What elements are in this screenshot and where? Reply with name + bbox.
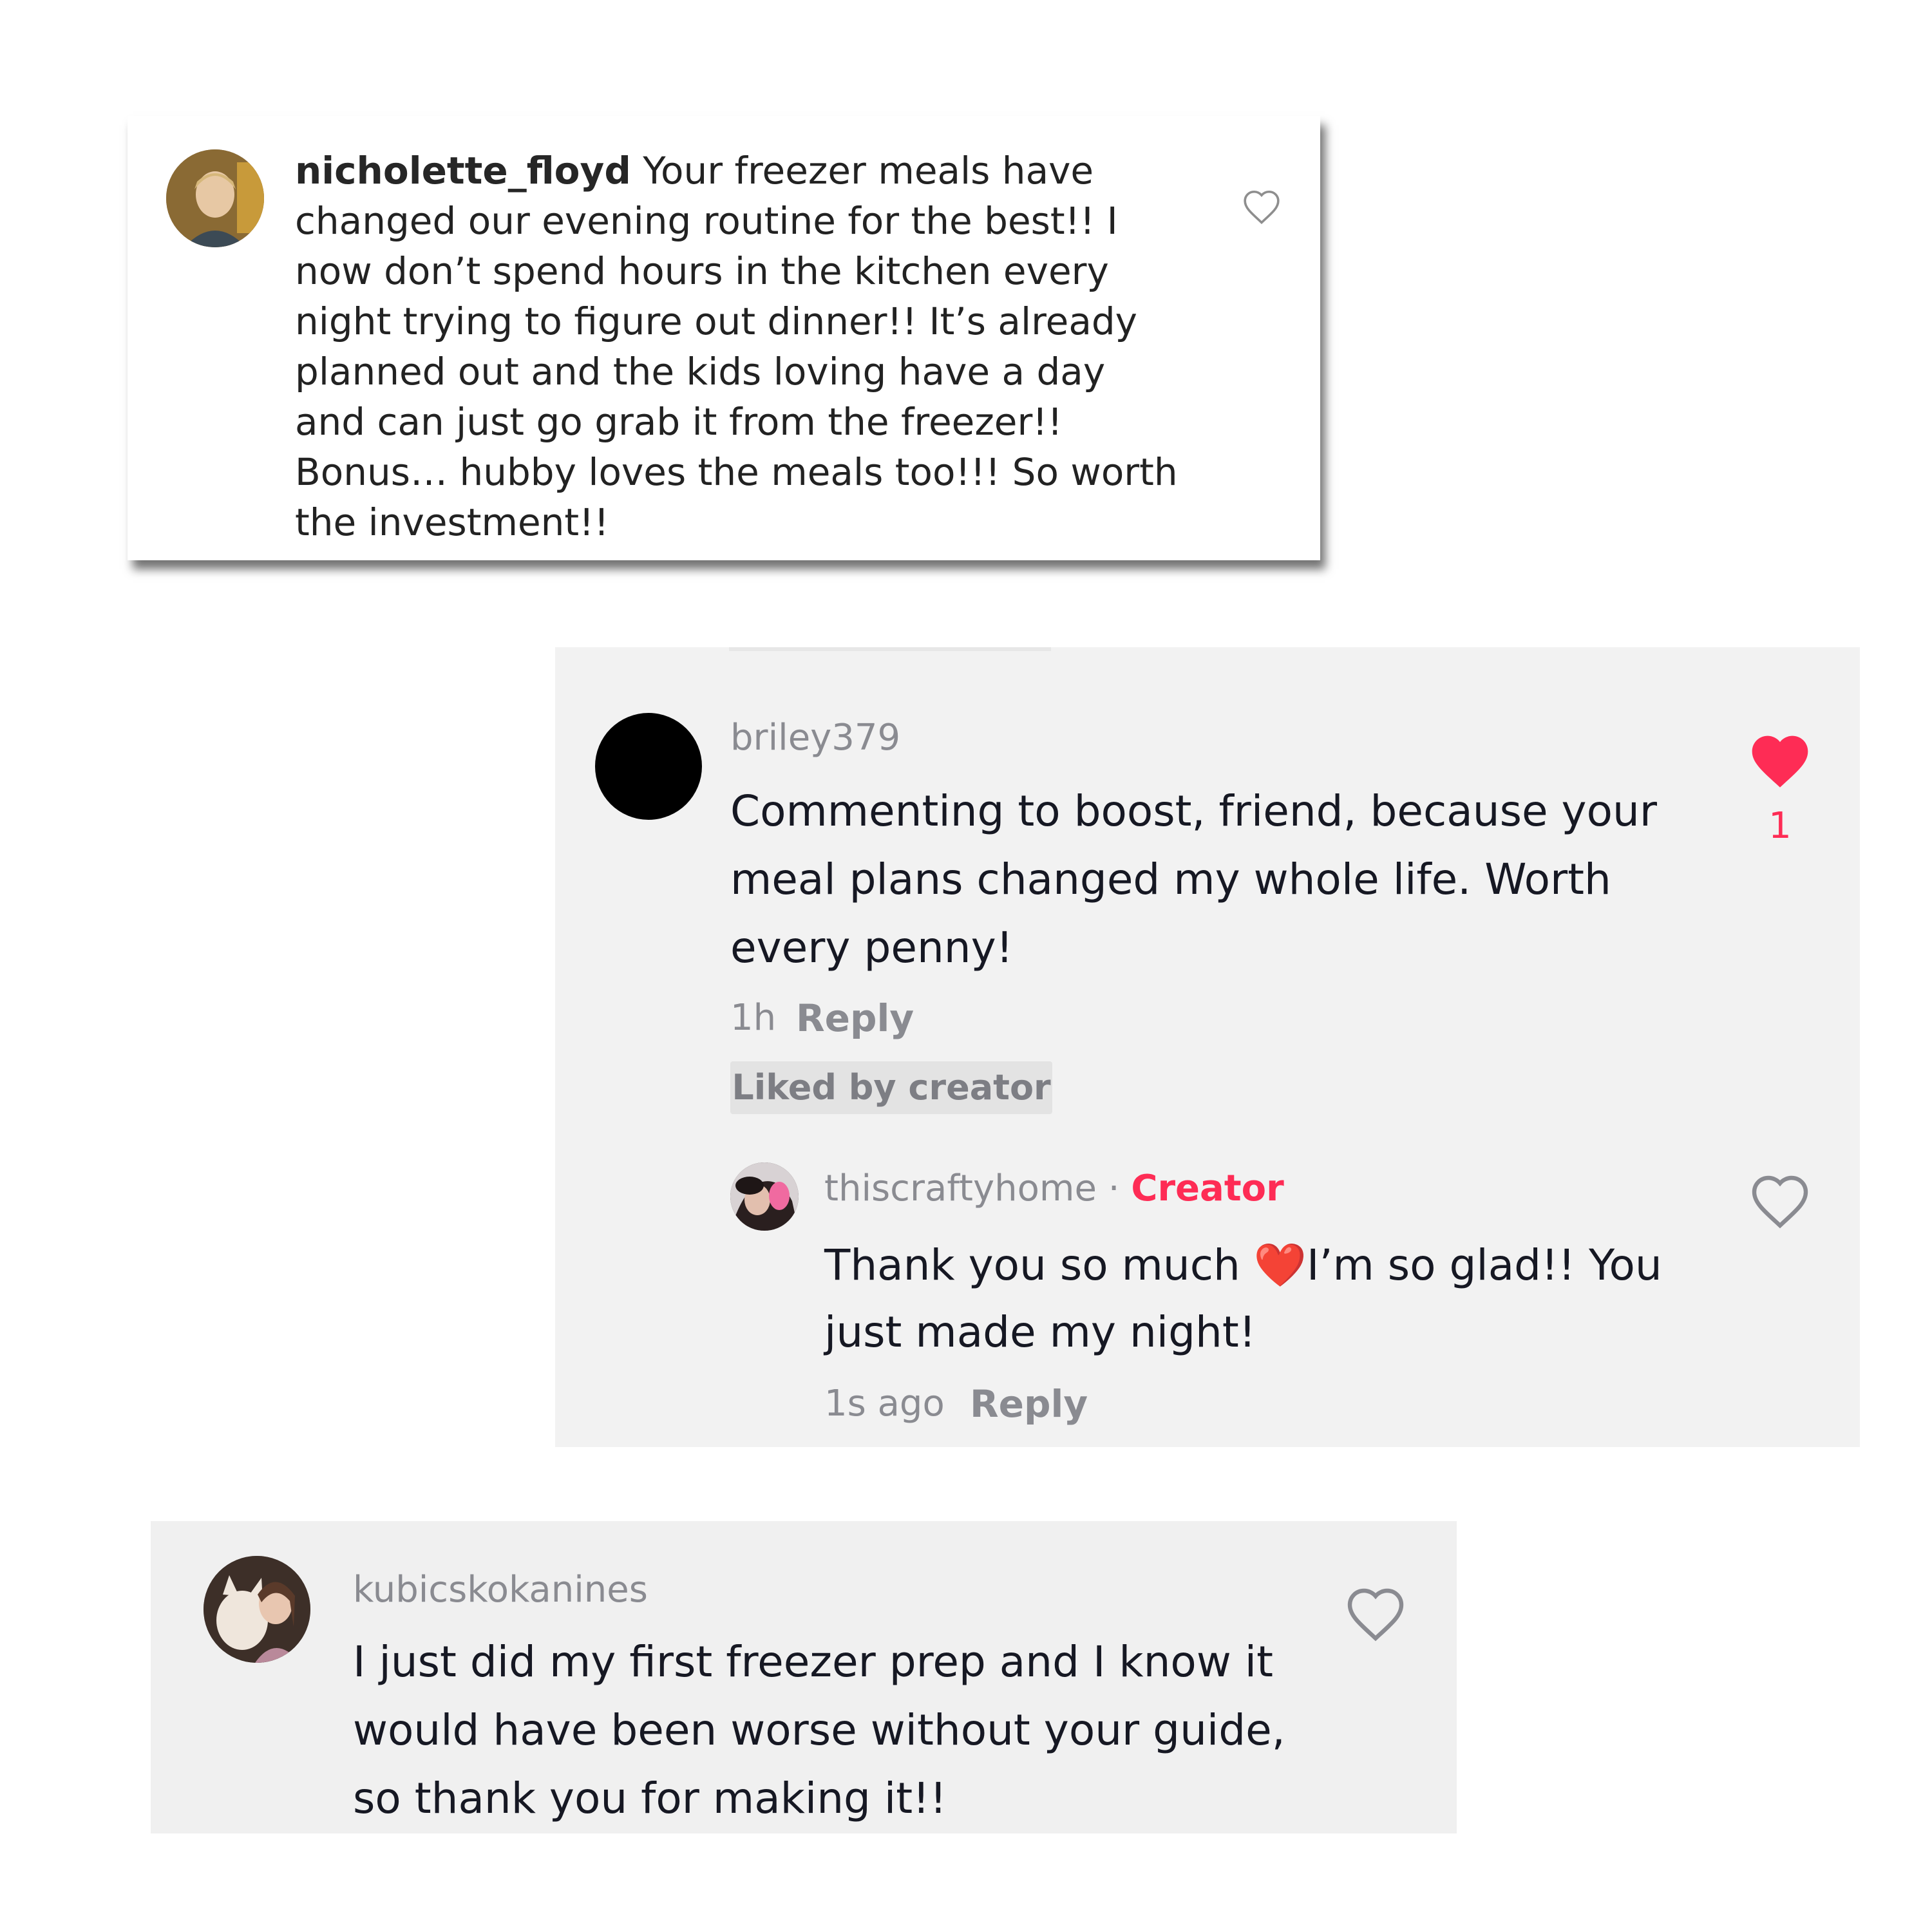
reply-button[interactable]: Reply [796, 996, 914, 1040]
comment-card-kubicskokanines: kubicskokanines I just did my first free… [151, 1521, 1457, 1833]
comment-card-nicholette: nicholette_floyd Your freezer meals have… [128, 116, 1320, 560]
comment-text-block: nicholette_floyd Your freezer meals have… [295, 146, 1184, 547]
avatar-image [204, 1556, 310, 1663]
avatar-thiscraftyhome[interactable] [730, 1162, 799, 1231]
heart-outline-icon[interactable] [1242, 188, 1282, 225]
avatar-image [166, 149, 264, 247]
reply-button[interactable]: Reply [970, 1382, 1088, 1426]
comment-card-briley: briley379 Commenting to boost, friend, b… [555, 647, 1860, 1447]
divider [729, 647, 1051, 651]
avatar-image [730, 1162, 799, 1231]
avatar-nicholette[interactable] [166, 149, 264, 247]
username-kubicskokanines[interactable]: kubicskokanines [353, 1569, 648, 1611]
heart-outline-icon[interactable] [1345, 1586, 1406, 1642]
reply-text-start: Thank you so much [824, 1240, 1254, 1290]
avatar-kubicskokanines[interactable] [204, 1556, 310, 1663]
heart-filled-icon[interactable] [1748, 731, 1812, 790]
like-count: 1 [1768, 805, 1792, 847]
heart-emoji-icon: ❤️ [1253, 1240, 1307, 1290]
avatar-briley[interactable] [595, 713, 702, 820]
reply-time: 1s ago [824, 1383, 945, 1425]
username-nicholette[interactable]: nicholette_floyd [295, 149, 631, 193]
separator-dot: · [1108, 1168, 1120, 1209]
liked-by-creator-badge: Liked by creator [730, 1061, 1052, 1114]
comment-text: I just did my first freezer prep and I k… [353, 1637, 1285, 1823]
comment-text: Commenting to boost, friend, because you… [730, 786, 1657, 972]
reply-user-line: thiscraftyhome · Creator [824, 1168, 1284, 1209]
comment-text: Your freezer meals have changed our even… [295, 149, 1178, 544]
username-thiscraftyhome[interactable]: thiscraftyhome [824, 1168, 1097, 1209]
heart-outline-icon[interactable] [1749, 1173, 1811, 1229]
reply-text: Thank you so much ❤️I’m so glad!! You ju… [824, 1232, 1674, 1366]
creator-badge: Creator [1131, 1168, 1284, 1209]
username-briley[interactable]: briley379 [730, 717, 900, 759]
comment-time: 1h [730, 997, 777, 1039]
